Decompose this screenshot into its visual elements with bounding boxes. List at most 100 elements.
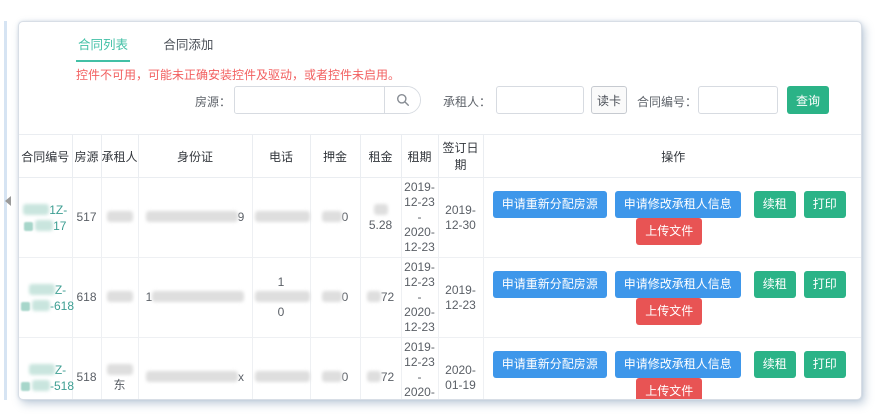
redacted-blur — [24, 222, 33, 231]
property-label: 房源： — [139, 93, 231, 110]
redacted-blur — [322, 371, 342, 382]
deposit-fragment: 0 — [342, 290, 349, 304]
phone-fragment: 0 — [278, 305, 285, 319]
table-row: Z--6186181100722019-12-23-2020-12-232019… — [19, 258, 862, 338]
redacted-blur — [107, 364, 133, 375]
redacted-blur — [255, 291, 310, 302]
print-button[interactable]: 打印 — [804, 191, 846, 218]
redacted-blur — [21, 302, 30, 311]
cell-contract-no: Z--518 — [19, 338, 72, 401]
redacted-blur — [146, 211, 238, 222]
redacted-blur — [367, 371, 381, 382]
rent-fragment: 5.28 — [369, 218, 392, 232]
cell-deposit: 0 — [310, 258, 360, 338]
property-search-button[interactable] — [384, 87, 420, 113]
warning-text: 控件不可用，可能未正确安装控件及驱动，或者控件未启用。 — [76, 66, 400, 83]
print-button[interactable]: 打印 — [804, 271, 846, 298]
rent-fragment: 72 — [381, 370, 394, 384]
modify-tenant-info-button[interactable]: 申请修改承租人信息 — [615, 351, 741, 378]
cell-actions: 申请重新分配房源申请修改承租人信息续租打印上传文件 — [483, 338, 862, 401]
tab-bar: 合同列表 合同添加 — [19, 30, 861, 58]
term-part: - — [404, 290, 436, 305]
redacted-blur — [23, 204, 49, 215]
term-part: 2019-12-23 — [404, 260, 436, 290]
query-button[interactable]: 查询 — [787, 86, 829, 114]
redacted-blur — [146, 371, 238, 382]
contract-line: Z- — [21, 282, 74, 298]
column-header-0: 合同编号 — [19, 135, 72, 178]
id-card-fragment: 9 — [238, 210, 245, 224]
read-card-button[interactable]: 读卡 — [591, 86, 627, 114]
contract-link[interactable]: 1Z-17 — [23, 202, 67, 234]
cell-phone — [252, 338, 310, 401]
redacted-blur — [255, 371, 310, 382]
cell-tenant — [101, 258, 138, 338]
table-body: 1Z-17517905.282019-12-23-2020-12-232019-… — [19, 178, 862, 401]
redacted-blur — [107, 291, 133, 302]
cell-deposit: 0 — [310, 338, 360, 401]
upload-file-button[interactable]: 上传文件 — [636, 218, 702, 245]
reassign-property-button[interactable]: 申请重新分配房源 — [493, 351, 607, 378]
cell-term: 2019-12-23-2020-12-23 — [401, 338, 438, 401]
property-search-group — [234, 86, 421, 114]
contract-no-input[interactable] — [698, 86, 778, 114]
contract-no-fragment: Z- — [55, 283, 66, 297]
tab-contract-add[interactable]: 合同添加 — [161, 30, 215, 60]
table-header-row: 合同编号房源承租人身份证电话押金租金租期签订日期操作 — [19, 135, 862, 178]
modify-tenant-info-button[interactable]: 申请修改承租人信息 — [615, 271, 741, 298]
column-header-2: 承租人 — [101, 135, 138, 178]
cell-phone — [252, 178, 310, 258]
term-part: 2019-12-23 — [404, 180, 436, 210]
renew-button[interactable]: 续租 — [754, 271, 796, 298]
cell-actions: 申请重新分配房源申请修改承租人信息续租打印上传文件 — [483, 178, 862, 258]
tab-contract-list[interactable]: 合同列表 — [76, 30, 130, 62]
id-card-fragment: 1 — [146, 290, 153, 304]
search-icon — [396, 93, 410, 107]
upload-file-button[interactable]: 上传文件 — [636, 378, 702, 401]
phone-fragment: 1 — [278, 275, 285, 289]
redacted-blur — [367, 291, 381, 302]
modify-tenant-info-button[interactable]: 申请修改承租人信息 — [615, 191, 741, 218]
cell-phone: 10 — [252, 258, 310, 338]
cell-rent: 72 — [360, 338, 401, 401]
redacted-blur — [107, 211, 133, 222]
contract-link[interactable]: Z- -618 — [21, 282, 74, 314]
contract-no-label: 合同编号： — [629, 93, 697, 110]
contract-no-fragment: Z- — [55, 363, 66, 377]
cell-rent: 5.28 — [360, 178, 401, 258]
column-header-8: 签订日期 — [438, 135, 483, 178]
redacted-blur — [152, 291, 244, 302]
cell-id-card: 9 — [138, 178, 252, 258]
upload-file-button[interactable]: 上传文件 — [636, 298, 702, 325]
term-part: 2020-12-23 — [404, 225, 436, 255]
tenant-input[interactable] — [496, 86, 584, 114]
cell-sign-date: 2019-12-30 — [438, 178, 483, 258]
property-input[interactable] — [235, 87, 384, 113]
renew-button[interactable]: 续租 — [754, 191, 796, 218]
cell-term: 2019-12-23-2020-12-23 — [401, 178, 438, 258]
reassign-property-button[interactable]: 申请重新分配房源 — [493, 271, 607, 298]
contract-line: 17 — [23, 218, 67, 234]
contract-line: 1Z- — [23, 202, 67, 218]
contract-line: Z- — [21, 362, 74, 378]
redacted-blur — [29, 284, 55, 295]
rent-fragment: 72 — [381, 290, 394, 304]
renew-button[interactable]: 续租 — [754, 351, 796, 378]
collapse-left-arrow-icon[interactable] — [5, 196, 11, 206]
contract-no-fragment: -618 — [50, 299, 74, 313]
tenant-label: 承租人： — [427, 93, 491, 110]
cell-sign-date: 2019-12-23 — [438, 258, 483, 338]
cell-property: 517 — [72, 178, 101, 258]
contract-link[interactable]: Z--518 — [21, 362, 74, 394]
table-row: Z--518518东x0722019-12-23-2020-12-232020-… — [19, 338, 862, 401]
print-button[interactable]: 打印 — [804, 351, 846, 378]
id-card-fragment: x — [238, 370, 244, 384]
cell-actions: 申请重新分配房源申请修改承租人信息续租打印上传文件 — [483, 258, 862, 338]
term-part: 2020-12-23 — [404, 385, 436, 400]
contract-line: -618 — [21, 298, 74, 314]
column-header-9: 操作 — [483, 135, 862, 178]
redacted-blur — [29, 364, 55, 375]
reassign-property-button[interactable]: 申请重新分配房源 — [493, 191, 607, 218]
column-header-6: 租金 — [360, 135, 401, 178]
cell-term: 2019-12-23-2020-12-23 — [401, 258, 438, 338]
